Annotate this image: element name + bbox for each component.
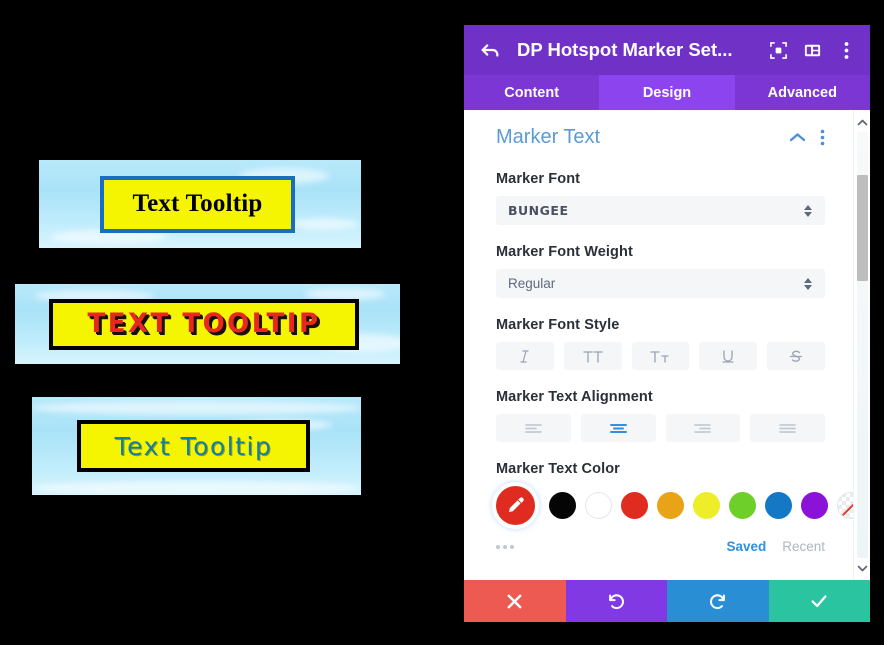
marker-font-weight-select[interactable]: Regular bbox=[496, 269, 825, 298]
checkmark-icon bbox=[811, 595, 827, 608]
panel-body: Marker Text Marker Font BUNGEE Marker Fo… bbox=[464, 110, 870, 580]
align-right-button[interactable] bbox=[665, 414, 741, 442]
undo-button[interactable] bbox=[565, 580, 667, 622]
font-style-button-row bbox=[496, 342, 825, 370]
recent-colors-link[interactable]: Recent bbox=[782, 539, 825, 554]
tooltip-text: Text Tooltip bbox=[114, 431, 273, 461]
saved-colors-link[interactable]: Saved bbox=[726, 539, 766, 554]
small-caps-button[interactable] bbox=[631, 342, 690, 370]
panel-scrollbar[interactable] bbox=[853, 110, 870, 580]
uppercase-button[interactable] bbox=[563, 342, 622, 370]
cloud-shape bbox=[32, 401, 361, 415]
swatch-orange[interactable] bbox=[657, 492, 684, 519]
color-footer: Saved Recent bbox=[496, 539, 825, 554]
align-center-button[interactable] bbox=[580, 414, 656, 442]
field-label: Marker Font bbox=[496, 171, 581, 187]
more-horizontal-icon[interactable] bbox=[496, 544, 726, 549]
panel-title: DP Hotspot Marker Set... bbox=[517, 39, 733, 60]
panel-tabs: Content Design Advanced bbox=[464, 75, 870, 110]
field-label: Marker Text Alignment bbox=[496, 389, 653, 405]
section-menu-icon[interactable] bbox=[820, 129, 825, 146]
field-label: Marker Font Weight bbox=[496, 244, 633, 260]
eyedropper-icon bbox=[509, 497, 524, 512]
swatch-white[interactable] bbox=[585, 492, 612, 519]
redo-button[interactable] bbox=[667, 580, 769, 622]
redo-icon bbox=[709, 594, 725, 609]
settings-panel: DP Hotspot Marker Set... Content Design … bbox=[464, 25, 870, 622]
field-label: Marker Font Style bbox=[496, 317, 620, 333]
scrollbar-track[interactable] bbox=[856, 132, 868, 558]
tab-content[interactable]: Content bbox=[464, 75, 600, 110]
marker-font-weight-value: Regular bbox=[508, 276, 556, 291]
tooltip-text: Text Tooltip bbox=[132, 190, 263, 217]
close-icon bbox=[507, 594, 522, 608]
save-button[interactable] bbox=[768, 580, 870, 622]
panel-footer bbox=[464, 580, 870, 622]
strikethrough-button[interactable] bbox=[767, 342, 825, 370]
tab-advanced[interactable]: Advanced bbox=[734, 75, 870, 110]
swatch-transparent[interactable] bbox=[837, 492, 853, 519]
spinner-icon bbox=[803, 204, 813, 217]
swatch-blue[interactable] bbox=[765, 492, 792, 519]
marker-font-select[interactable]: BUNGEE bbox=[496, 196, 825, 225]
tooltip-box: Text Tooltip bbox=[77, 420, 310, 472]
tab-design[interactable]: Design bbox=[599, 75, 735, 110]
field-marker-text-alignment: Marker Text Alignment bbox=[496, 389, 825, 442]
field-marker-font: Marker Font BUNGEE bbox=[496, 171, 825, 225]
field-label: Marker Text Color bbox=[496, 461, 620, 477]
section-header-marker-text: Marker Text bbox=[496, 126, 825, 149]
screenshot-root: Text Tooltip TEXT TOOLTIP Text Tooltip D… bbox=[0, 0, 884, 645]
tooltip-box: TEXT TOOLTIP bbox=[49, 298, 359, 350]
scroll-up-icon[interactable] bbox=[857, 114, 868, 130]
tooltip-text: TEXT TOOLTIP bbox=[87, 308, 321, 340]
align-left-button[interactable] bbox=[496, 414, 571, 442]
field-marker-font-style: Marker Font Style bbox=[496, 317, 825, 370]
field-marker-font-weight: Marker Font Weight Regular bbox=[496, 244, 825, 298]
tooltip-box: Text Tooltip bbox=[100, 175, 295, 233]
field-marker-text-color: Marker Text Color Saved Recent bbox=[496, 461, 853, 554]
swatch-black[interactable] bbox=[549, 492, 576, 519]
scroll-down-icon[interactable] bbox=[857, 560, 868, 576]
back-arrow-icon[interactable] bbox=[479, 39, 501, 61]
text-alignment-button-row bbox=[496, 414, 825, 442]
underline-button[interactable] bbox=[699, 342, 758, 370]
spinner-icon bbox=[803, 277, 813, 290]
section-title: Marker Text bbox=[496, 126, 601, 148]
cloud-shape bbox=[32, 481, 361, 495]
cancel-button[interactable] bbox=[464, 580, 566, 622]
scrollbar-thumb[interactable] bbox=[856, 174, 868, 282]
more-vertical-icon[interactable] bbox=[835, 39, 857, 61]
panel-header: DP Hotspot Marker Set... bbox=[464, 25, 870, 75]
swatch-red[interactable] bbox=[621, 492, 648, 519]
italic-button[interactable] bbox=[496, 342, 554, 370]
tooltip-preview-serif: Text Tooltip bbox=[39, 160, 361, 248]
focus-target-icon[interactable] bbox=[767, 39, 789, 61]
tooltip-preview-bungee: TEXT TOOLTIP bbox=[15, 284, 400, 364]
align-justify-button[interactable] bbox=[750, 414, 825, 442]
chevron-up-icon[interactable] bbox=[789, 132, 806, 143]
tooltip-preview-comic: Text Tooltip bbox=[32, 397, 361, 495]
settings-scroll-area: Marker Text Marker Font BUNGEE Marker Fo… bbox=[464, 110, 853, 580]
selected-color-eyedropper[interactable] bbox=[496, 486, 535, 525]
marker-font-value: BUNGEE bbox=[508, 203, 569, 218]
swatch-yellow[interactable] bbox=[693, 492, 720, 519]
swatch-purple[interactable] bbox=[801, 492, 828, 519]
panel-layout-icon[interactable] bbox=[801, 39, 823, 61]
color-swatch-row bbox=[496, 486, 853, 525]
cloud-shape bbox=[289, 218, 359, 230]
swatch-green[interactable] bbox=[729, 492, 756, 519]
undo-icon bbox=[609, 594, 625, 609]
